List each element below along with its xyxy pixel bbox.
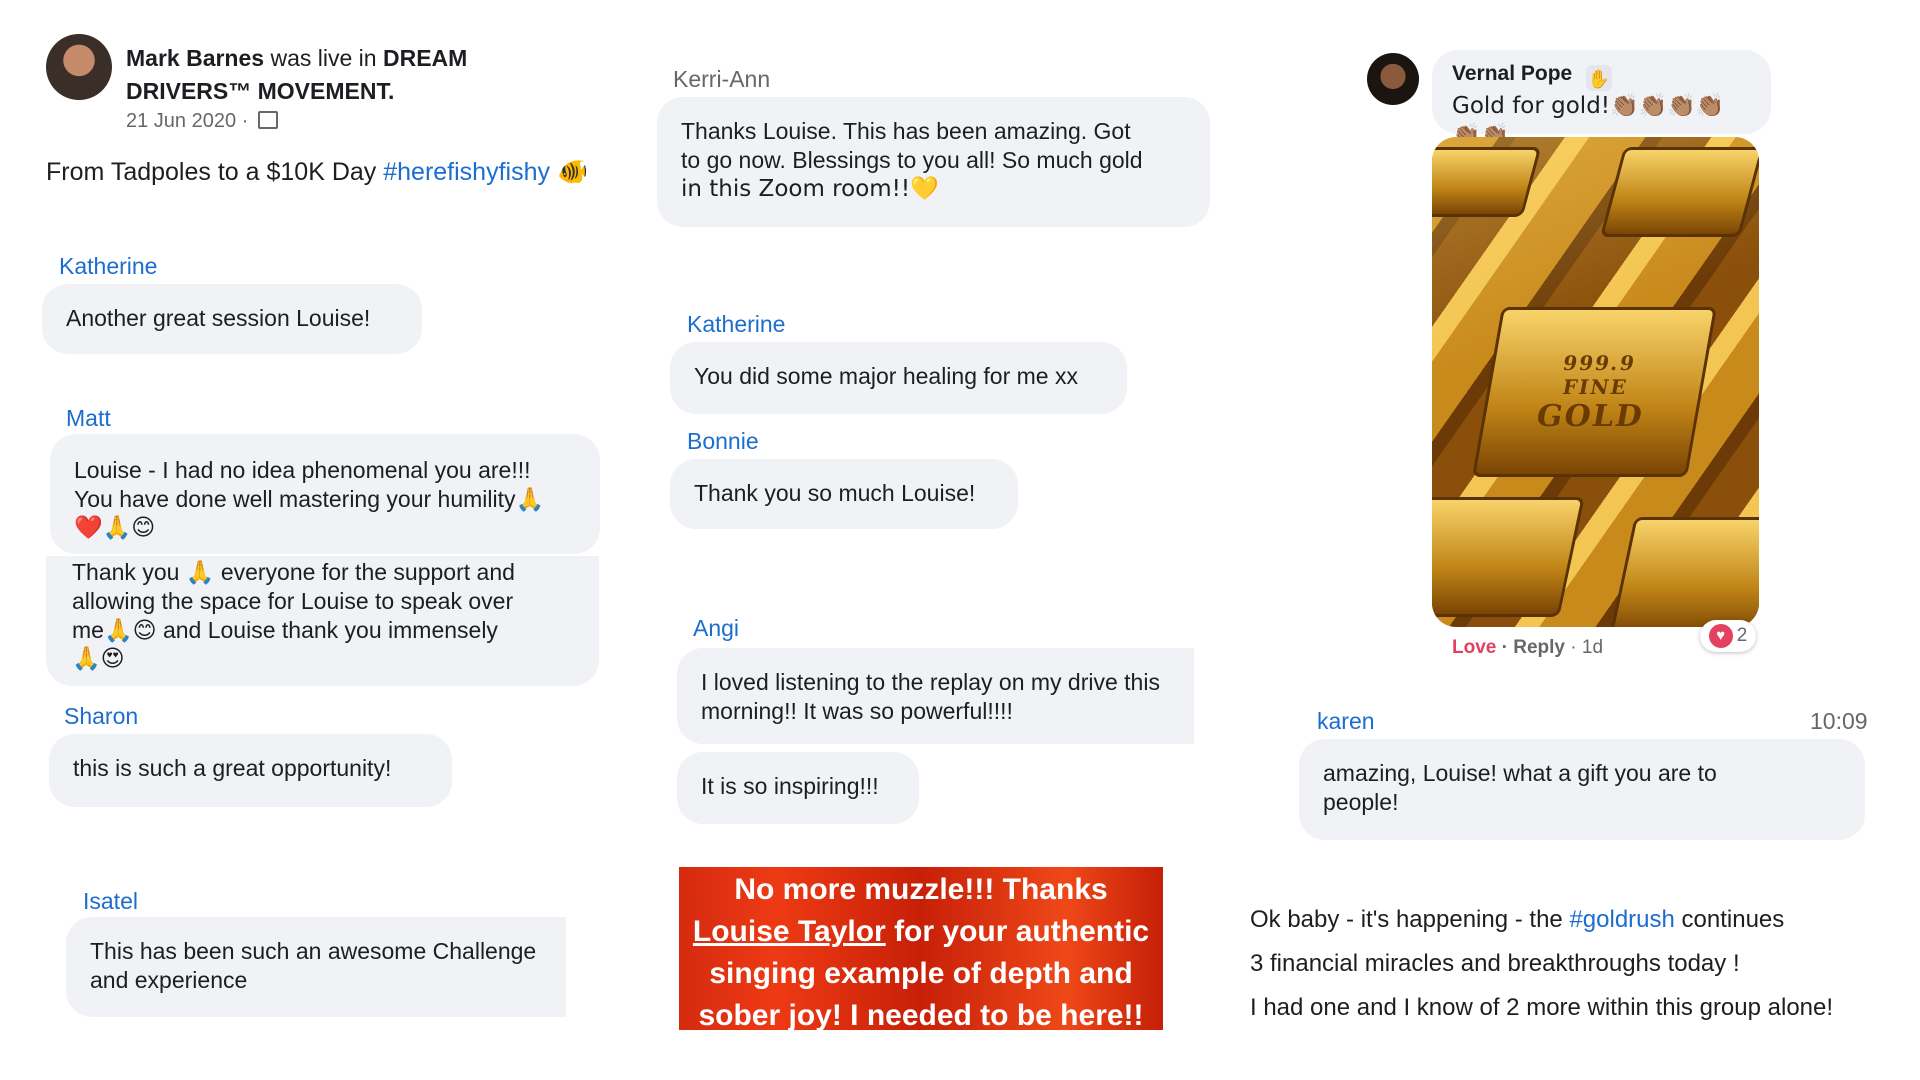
- comment-line: Thanks Louise. This has been amazing. Go…: [681, 118, 1131, 144]
- comment-line: me🙏😊 and Louise thank you immensely: [72, 617, 498, 643]
- gold-bar-bottom-right: [1609, 517, 1759, 627]
- reply-link[interactable]: · Reply: [1502, 637, 1565, 658]
- post-header: Mark Barnes was live in DREAM DRIVERS™ M…: [126, 42, 556, 108]
- comment-text: Thank you so much Louise!: [694, 480, 976, 506]
- comment-line: to go now. Blessings to you all! So much…: [681, 147, 1143, 173]
- bar-text: GOLD: [1533, 398, 1647, 434]
- reaction-count: 2: [1736, 625, 1748, 646]
- banner-line: No more muzzle!!! Thanks: [734, 873, 1108, 906]
- banner-link[interactable]: Louise Taylor: [693, 915, 886, 948]
- comment-bubble-katherine: Another great session Louise!: [42, 284, 422, 354]
- bar-text: FINE: [1560, 374, 1631, 399]
- goldrush-hashtag[interactable]: #goldrush: [1569, 906, 1674, 933]
- post-action: was live in: [270, 45, 377, 71]
- reaction-row: Love · Reply · 1d: [1452, 637, 1603, 659]
- bar-text: 999.9: [1561, 350, 1639, 375]
- post-caption: From Tadpoles to a $10K Day #herefishyfi…: [46, 157, 588, 187]
- comment-author[interactable]: Vernal Pope: [1452, 62, 1572, 85]
- comment-bubble-angi: I loved listening to the replay on my dr…: [677, 648, 1194, 744]
- reaction-badge[interactable]: ♥ 2: [1700, 620, 1756, 652]
- comment-name-katherine[interactable]: Katherine: [59, 253, 157, 280]
- banner-line: Louise Taylor for your authentic: [687, 911, 1155, 953]
- avatar-mark-barnes[interactable]: [46, 34, 112, 100]
- post-author[interactable]: Mark Barnes: [126, 45, 264, 71]
- comment-bubble-vernal-pope: Vernal Pope ✋ Gold for gold!👏🏽👏🏽👏🏽👏🏽👏🏽👏🏽: [1432, 50, 1771, 149]
- group-icon: [257, 111, 278, 129]
- comment-line: allowing the space for Louise to speak o…: [72, 588, 514, 614]
- comment-text: It is so inspiring!!!: [701, 773, 879, 799]
- comment-bubble-kerri-ann: Thanks Louise. This has been amazing. Go…: [657, 97, 1210, 227]
- caption-hashtag[interactable]: #herefishyfishy: [383, 158, 550, 186]
- comment-line: This has been such an awesome Challenge: [90, 938, 537, 964]
- post-text-line: I had one and I know of 2 more within th…: [1250, 994, 1834, 1021]
- comment-bubble-thanks: Thank you 🙏 everyone for the support and…: [46, 556, 599, 686]
- banner-text: for your authentic: [885, 915, 1150, 948]
- comment-bubble-bonnie: Thank you so much Louise!: [670, 459, 1018, 529]
- post-text: Ok baby - it's happening - the: [1250, 906, 1570, 933]
- comment-name-matt[interactable]: Matt: [66, 405, 111, 432]
- comment-name-karen[interactable]: karen: [1317, 708, 1375, 735]
- comment-name-angi[interactable]: Angi: [693, 615, 739, 642]
- comment-line: people!: [1323, 789, 1399, 815]
- comment-line: Louise - I had no idea phenomenal you ar…: [74, 457, 531, 483]
- comment-name-sharon[interactable]: Sharon: [64, 703, 138, 730]
- comment-age: · 1d: [1570, 637, 1604, 658]
- heart-icon: ♥: [1708, 624, 1733, 648]
- comment-bubble-karen: amazing, Louise! what a gift you are to …: [1299, 739, 1865, 840]
- comment-emoji-line: ❤️🙏😊: [74, 515, 156, 541]
- caption-text: From Tadpoles to a $10K Day: [46, 158, 377, 186]
- gold-bar-top-left: [1432, 147, 1542, 217]
- gold-bar-bottom-left: [1432, 497, 1585, 617]
- comment-bubble-isatel: This has been such an awesome Challenge …: [66, 917, 566, 1017]
- gold-bars-image[interactable]: 999.9 FINE GOLD: [1432, 137, 1759, 627]
- comment-line: You have done well mastering your humili…: [74, 486, 545, 512]
- comment-line: Thank you 🙏 everyone for the support and: [72, 559, 515, 585]
- post-text-line: Ok baby - it's happening - the #goldrush…: [1250, 898, 1833, 942]
- gold-bar-top-right: [1599, 147, 1759, 237]
- banner-line: singing example of depth and: [709, 957, 1133, 990]
- post-date[interactable]: 21 Jun 2020 ·: [126, 110, 248, 132]
- comment-name-isatel[interactable]: Isatel: [83, 888, 138, 915]
- comment-name-katherine-2[interactable]: Katherine: [687, 311, 785, 338]
- post-text-line: 3 financial miracles and breakthroughs t…: [1250, 950, 1740, 977]
- wave-hand-icon: ✋: [1586, 65, 1613, 91]
- comment-emoji-line: 🙏😍: [72, 646, 125, 672]
- comment-text: Another great session Louise!: [66, 305, 371, 331]
- comment-name-bonnie[interactable]: Bonnie: [687, 428, 759, 455]
- comment-line: amazing, Louise! what a gift you are to: [1323, 760, 1717, 786]
- love-link[interactable]: Love: [1452, 637, 1496, 658]
- comment-line: and experience: [90, 967, 248, 993]
- comment-line: morning!! It was so powerful!!!!: [701, 698, 1013, 724]
- comment-text: You did some major healing for me xx: [694, 363, 1078, 389]
- quote-banner: No more muzzle!!! Thanks Louise Taylor f…: [679, 867, 1163, 1030]
- fish-icon: 🐠: [556, 157, 589, 186]
- avatar-vernal-pope[interactable]: [1367, 53, 1419, 105]
- comment-author-row: Vernal Pope ✋: [1452, 60, 1751, 91]
- comment-name-kerri-ann[interactable]: Kerri-Ann: [673, 66, 770, 93]
- post-text-block: Ok baby - it's happening - the #goldrush…: [1250, 898, 1833, 1030]
- comment-text: this is such a great opportunity!: [73, 755, 392, 781]
- gold-bar-center: 999.9 FINE GOLD: [1472, 307, 1717, 477]
- comment-bubble-matt: Louise - I had no idea phenomenal you ar…: [50, 434, 600, 554]
- comment-bubble-inspiring: It is so inspiring!!!: [677, 752, 919, 824]
- comment-bubble-sharon: this is such a great opportunity!: [49, 734, 452, 807]
- comment-bubble-katherine-2: You did some major healing for me xx: [670, 342, 1127, 414]
- post-text: continues: [1674, 906, 1785, 933]
- comment-line: in this Zoom room!!💛: [681, 176, 939, 202]
- comment-time: 10:09: [1810, 708, 1868, 734]
- comment-line: I loved listening to the replay on my dr…: [701, 669, 1160, 695]
- post-meta: 21 Jun 2020 ·: [126, 110, 278, 133]
- banner-line: sober joy! I needed to be here!!: [698, 999, 1144, 1030]
